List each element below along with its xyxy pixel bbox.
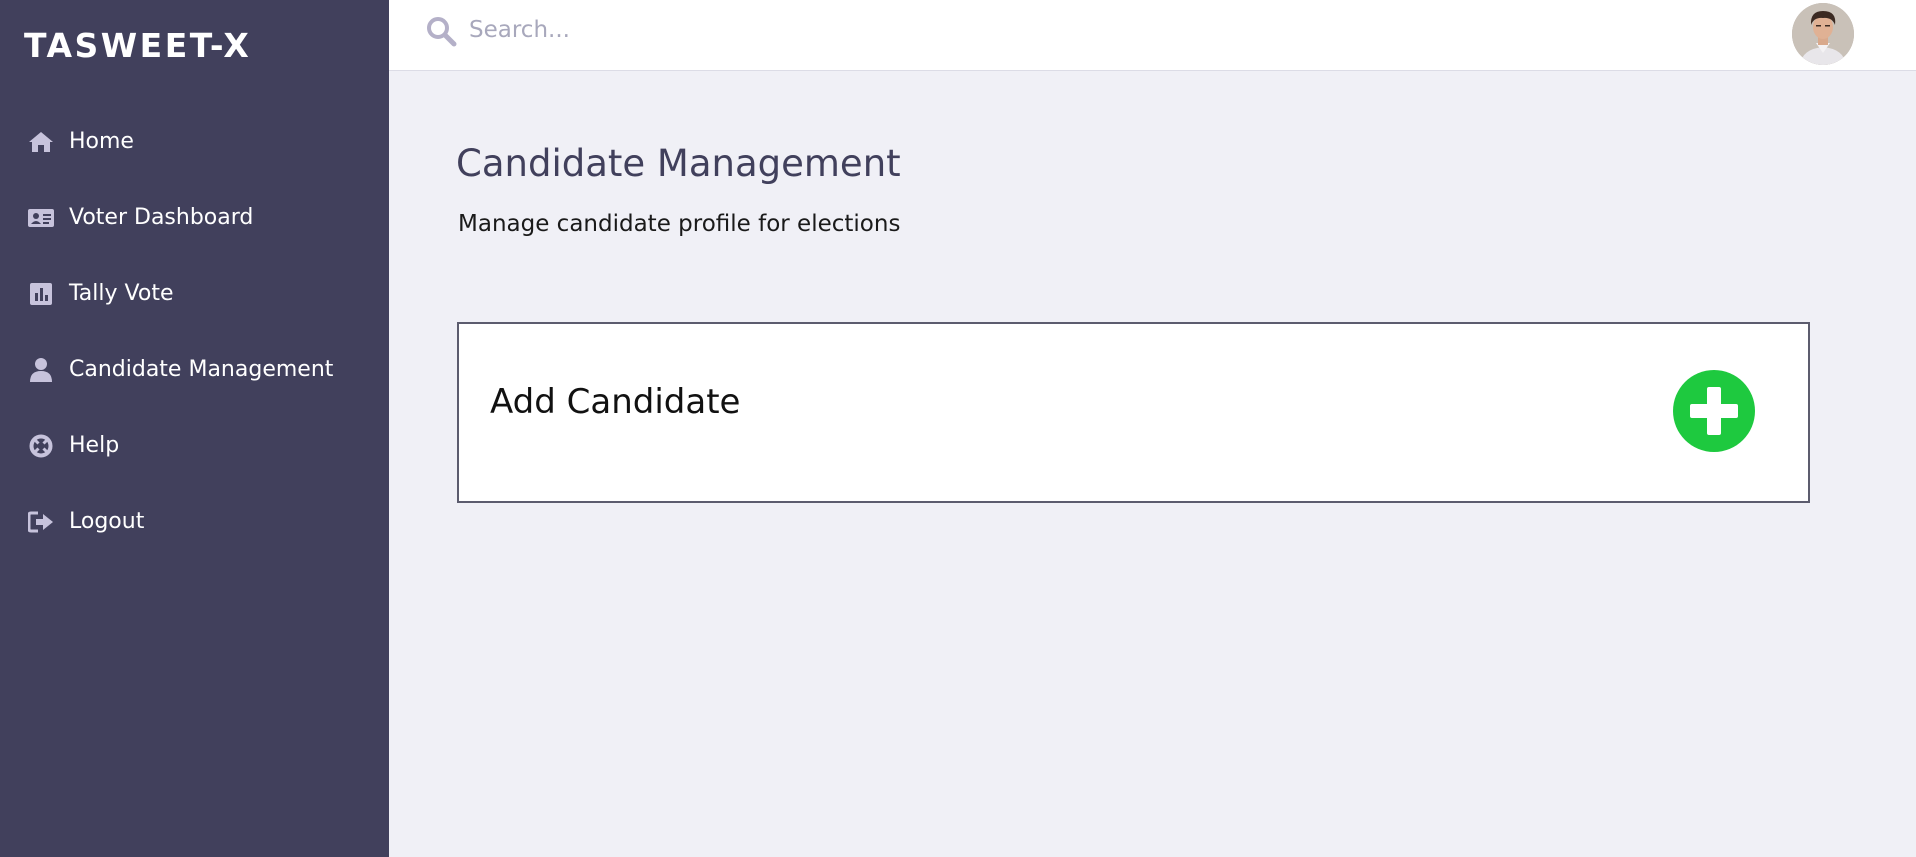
sidebar-item-voter-dashboard[interactable]: Voter Dashboard (0, 193, 389, 243)
sidebar-item-tally-vote[interactable]: Tally Vote (0, 269, 389, 319)
top-bar (389, 0, 1916, 71)
search-icon (425, 15, 457, 47)
sidebar-item-home[interactable]: Home (0, 117, 389, 167)
sidebar-item-label: Voter Dashboard (69, 205, 254, 230)
sidebar-item-logout[interactable]: Logout (0, 497, 389, 547)
sidebar-item-label: Candidate Management (69, 357, 334, 382)
sign-out-icon (28, 510, 54, 534)
sidebar-item-candidate-management[interactable]: Candidate Management (0, 345, 389, 395)
sidebar-item-label: Tally Vote (69, 281, 174, 306)
sidebar: TASWEET-X Home Voter Dashboard Tally Vot… (0, 0, 389, 857)
sidebar-item-label: Logout (69, 509, 145, 534)
add-candidate-button[interactable] (1673, 370, 1755, 452)
page-title: Candidate Management (456, 142, 901, 185)
sidebar-item-label: Home (69, 129, 134, 154)
app-brand: TASWEET-X (24, 26, 252, 65)
search-input[interactable] (469, 10, 1069, 50)
page-subtitle: Manage candidate profile for elections (458, 211, 901, 237)
bar-chart-icon (28, 282, 54, 306)
home-icon (28, 130, 54, 154)
add-candidate-card: Add Candidate (457, 322, 1810, 503)
id-card-icon (28, 206, 54, 230)
avatar[interactable] (1792, 3, 1854, 65)
user-icon (28, 358, 54, 382)
card-title: Add Candidate (490, 382, 741, 422)
lifebuoy-icon (28, 434, 54, 458)
sidebar-item-help[interactable]: Help (0, 421, 389, 471)
sidebar-item-label: Help (69, 433, 120, 458)
